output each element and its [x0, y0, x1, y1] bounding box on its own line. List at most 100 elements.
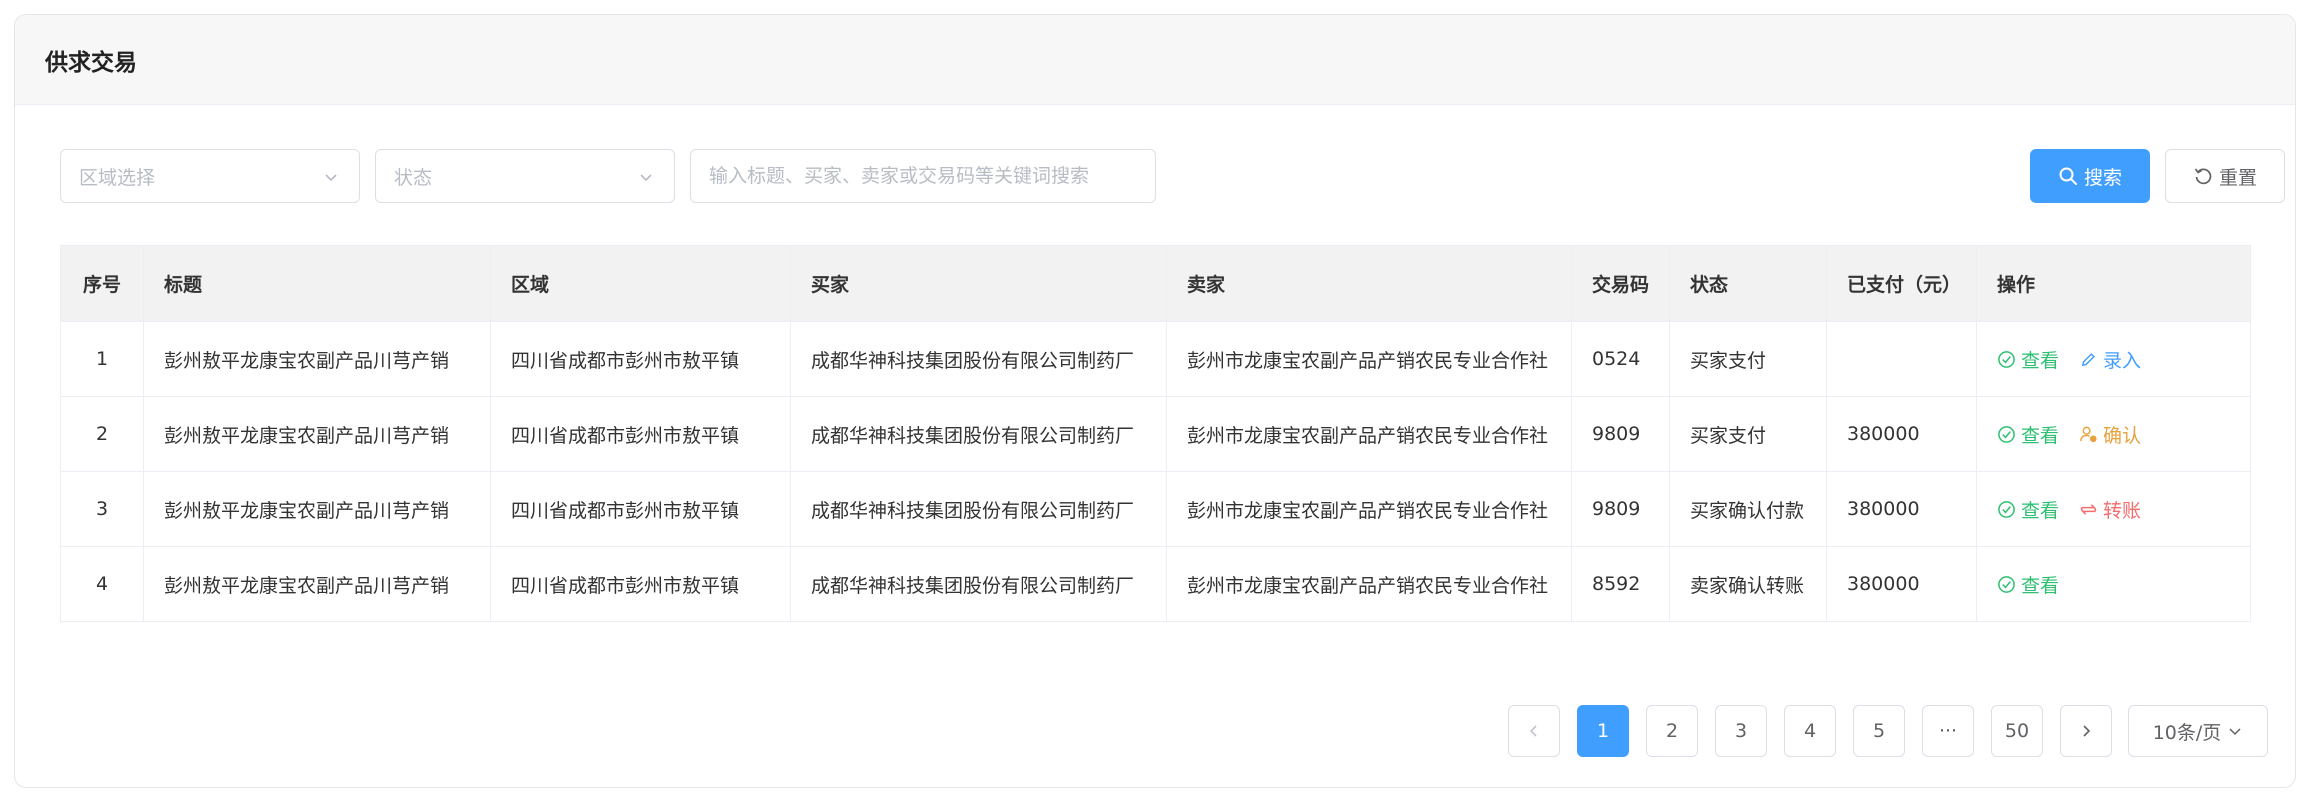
check-circle-icon — [1998, 575, 2015, 593]
cell-index: 1 — [60, 321, 144, 397]
prev-page-button[interactable] — [1508, 705, 1560, 757]
more-pages-button[interactable]: ··· — [1922, 705, 1974, 757]
view-link[interactable]: 查看 — [1997, 421, 2059, 448]
page-button-2[interactable]: 2 — [1646, 705, 1698, 757]
page-button-1[interactable]: 1 — [1577, 705, 1629, 757]
cell-paid: 380000 — [1826, 471, 1977, 547]
search-icon — [2059, 167, 2077, 185]
table-row: 3 彭州敖平龙康宝农副产品川芎产销 四川省成都市彭州市敖平镇 成都华神科技集团股… — [60, 471, 2251, 547]
chevron-down-icon — [640, 174, 652, 182]
user-confirm-icon — [2080, 426, 2097, 442]
cell-buyer: 成都华神科技集团股份有限公司制药厂 — [790, 321, 1167, 397]
check-circle-icon — [1998, 425, 2015, 443]
status-select-placeholder: 状态 — [394, 166, 433, 189]
cell-paid: 380000 — [1826, 546, 1977, 622]
cell-paid — [1826, 321, 1977, 397]
cell-ops: 查看 录入 — [1976, 321, 2251, 397]
cell-ops: 查看 转账 — [1976, 471, 2251, 547]
cell-code: 0524 — [1571, 321, 1670, 397]
chevron-down-icon — [2229, 728, 2241, 736]
filter-toolbar: 区域选择 状态 搜索 重置 — [60, 149, 2285, 203]
chevron-down-icon — [325, 174, 337, 182]
cell-region: 四川省成都市彭州市敖平镇 — [490, 546, 791, 622]
cell-region: 四川省成都市彭州市敖平镇 — [490, 471, 791, 547]
transaction-card: 供求交易 区域选择 状态 搜索 重置 序号 标题 区域 — [14, 14, 2296, 788]
cell-buyer: 成都华神科技集团股份有限公司制药厂 — [790, 396, 1167, 472]
cell-title: 彭州敖平龙康宝农副产品川芎产销 — [143, 396, 491, 472]
region-select-placeholder: 区域选择 — [79, 166, 156, 189]
card-header: 供求交易 — [15, 15, 2295, 105]
col-header-status: 状态 — [1669, 245, 1827, 322]
edit-icon — [2081, 352, 2095, 366]
search-button-label: 搜索 — [2083, 166, 2122, 189]
cell-code: 9809 — [1571, 396, 1670, 472]
view-link-label: 查看 — [2021, 349, 2060, 372]
view-link[interactable]: 查看 — [1997, 571, 2059, 598]
page-button-5[interactable]: 5 — [1853, 705, 1905, 757]
page-button-4[interactable]: 4 — [1784, 705, 1836, 757]
reset-button[interactable]: 重置 — [2165, 149, 2285, 203]
enter-link[interactable]: 录入 — [2079, 346, 2141, 373]
search-button[interactable]: 搜索 — [2030, 149, 2150, 203]
transaction-table: 序号 标题 区域 买家 卖家 交易码 状态 已支付（元） 操作 1 彭州敖平龙康… — [60, 245, 2251, 622]
cell-status: 卖家确认转账 — [1669, 546, 1827, 622]
cell-buyer: 成都华神科技集团股份有限公司制药厂 — [790, 546, 1167, 622]
table-row: 2 彭州敖平龙康宝农副产品川芎产销 四川省成都市彭州市敖平镇 成都华神科技集团股… — [60, 396, 2251, 472]
col-header-index: 序号 — [60, 245, 144, 322]
transfer-link-label: 转账 — [2103, 499, 2142, 522]
cell-ops: 查看 确认 — [1976, 396, 2251, 472]
view-link-label: 查看 — [2021, 424, 2060, 447]
page-size-select[interactable]: 10条/页 — [2128, 705, 2268, 757]
table-header-row: 序号 标题 区域 买家 卖家 交易码 状态 已支付（元） 操作 — [60, 245, 2251, 322]
chevron-right-icon — [2083, 725, 2091, 737]
enter-link-label: 录入 — [2103, 349, 2142, 372]
cell-buyer: 成都华神科技集团股份有限公司制药厂 — [790, 471, 1167, 547]
cell-ops: 查看 — [1976, 546, 2251, 622]
cell-title: 彭州敖平龙康宝农副产品川芎产销 — [143, 546, 491, 622]
cell-paid: 380000 — [1826, 396, 1977, 472]
page-button-last[interactable]: 50 — [1991, 705, 2043, 757]
cell-index: 3 — [60, 471, 144, 547]
col-header-region: 区域 — [490, 245, 791, 322]
status-select[interactable]: 状态 — [375, 149, 675, 203]
page-title: 供求交易 — [45, 49, 137, 76]
cell-seller: 彭州市龙康宝农副产品产销农民专业合作社 — [1166, 546, 1572, 622]
table-row: 4 彭州敖平龙康宝农副产品川芎产销 四川省成都市彭州市敖平镇 成都华神科技集团股… — [60, 546, 2251, 622]
cell-seller: 彭州市龙康宝农副产品产销农民专业合作社 — [1166, 396, 1572, 472]
confirm-link-label: 确认 — [2103, 424, 2142, 447]
col-header-ops: 操作 — [1976, 245, 2251, 322]
view-link[interactable]: 查看 — [1997, 346, 2059, 373]
cell-status: 买家支付 — [1669, 396, 1827, 472]
reset-button-label: 重置 — [2218, 166, 2257, 189]
cell-title: 彭州敖平龙康宝农副产品川芎产销 — [143, 471, 491, 547]
cell-seller: 彭州市龙康宝农副产品产销农民专业合作社 — [1166, 321, 1572, 397]
chevron-left-icon — [1529, 725, 1537, 737]
view-link-label: 查看 — [2021, 499, 2060, 522]
cell-code: 8592 — [1571, 546, 1670, 622]
transfer-icon — [2080, 503, 2097, 515]
page-size-label: 10条/页 — [2152, 721, 2222, 744]
col-header-seller: 卖家 — [1166, 245, 1572, 322]
table-row: 1 彭州敖平龙康宝农副产品川芎产销 四川省成都市彭州市敖平镇 成都华神科技集团股… — [60, 321, 2251, 397]
cell-code: 9809 — [1571, 471, 1670, 547]
confirm-link[interactable]: 确认 — [2079, 421, 2141, 448]
next-page-button[interactable] — [2060, 705, 2112, 757]
col-header-buyer: 买家 — [790, 245, 1167, 322]
cell-status: 买家支付 — [1669, 321, 1827, 397]
check-circle-icon — [1998, 500, 2015, 518]
cell-status: 买家确认付款 — [1669, 471, 1827, 547]
cell-region: 四川省成都市彭州市敖平镇 — [490, 321, 791, 397]
col-header-code: 交易码 — [1571, 245, 1670, 322]
cell-index: 2 — [60, 396, 144, 472]
keyword-search-input[interactable] — [690, 149, 1156, 203]
cell-region: 四川省成都市彭州市敖平镇 — [490, 396, 791, 472]
check-circle-icon — [1998, 350, 2015, 368]
view-link-label: 查看 — [2021, 574, 2060, 597]
cell-title: 彭州敖平龙康宝农副产品川芎产销 — [143, 321, 491, 397]
page-button-3[interactable]: 3 — [1715, 705, 1767, 757]
view-link[interactable]: 查看 — [1997, 496, 2059, 523]
region-select[interactable]: 区域选择 — [60, 149, 360, 203]
cell-seller: 彭州市龙康宝农副产品产销农民专业合作社 — [1166, 471, 1572, 547]
refresh-icon — [2194, 168, 2212, 185]
transfer-link[interactable]: 转账 — [2079, 496, 2141, 523]
